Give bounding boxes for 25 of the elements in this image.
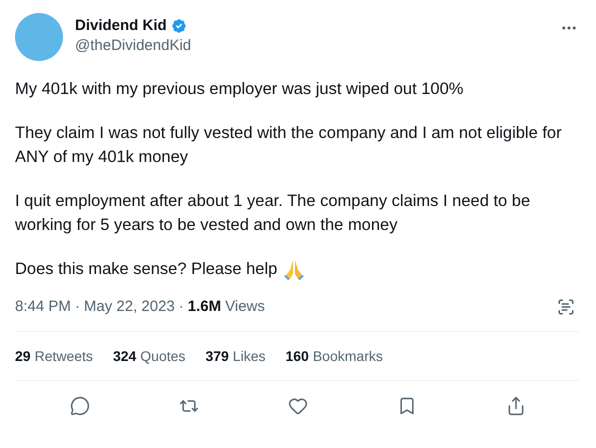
stat-count[interactable]: 324 bbox=[112, 347, 136, 365]
tweet-date[interactable]: May 22, 2023 bbox=[84, 297, 175, 317]
views-label: Views bbox=[225, 297, 265, 317]
share-icon[interactable] bbox=[506, 396, 526, 416]
stat-count[interactable]: 29 bbox=[15, 347, 31, 365]
tweet-text: Does this make sense? Please help bbox=[15, 259, 278, 280]
author-name[interactable]: Dividend Kid bbox=[75, 16, 167, 36]
views-count: 1.6M bbox=[188, 297, 222, 317]
tweet-time[interactable]: 8:44 PM bbox=[15, 297, 71, 317]
tweet-text: I quit employment after about 1 year. The company claims I need to be working for 5 years to be vested and own the money bbox=[15, 191, 532, 236]
separator-dot: · bbox=[178, 297, 184, 317]
tweet-text: They claim I was not fully vested with the company and I am not eligible for ANY of my 401k money bbox=[15, 123, 563, 168]
stat-label[interactable]: Retweets bbox=[34, 347, 93, 365]
stat-label[interactable]: Likes bbox=[232, 347, 266, 365]
heart-icon[interactable] bbox=[288, 396, 308, 416]
separator-dot: · bbox=[74, 297, 80, 317]
stat-count[interactable]: 379 bbox=[205, 347, 229, 365]
tweet-text: My 401k with my previous employer was just wiped out 100% bbox=[15, 79, 464, 100]
author-handle[interactable]: @theDividendKid bbox=[75, 36, 560, 56]
stat-label[interactable]: Bookmarks bbox=[312, 347, 383, 365]
analytics-icon[interactable] bbox=[557, 298, 575, 316]
reply-icon[interactable] bbox=[70, 396, 90, 416]
stat-count[interactable]: 160 bbox=[285, 347, 309, 365]
praying-hands-icon bbox=[283, 258, 306, 280]
stat-label[interactable]: Quotes bbox=[140, 347, 186, 365]
